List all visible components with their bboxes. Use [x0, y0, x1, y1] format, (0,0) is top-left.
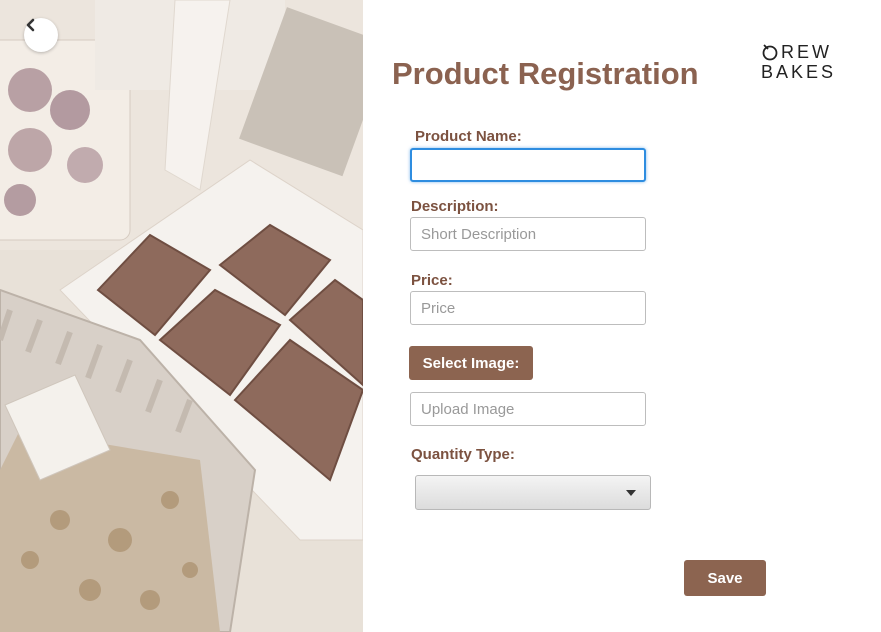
logo-d-mark-icon: [762, 44, 778, 61]
description-input[interactable]: [410, 217, 646, 251]
logo-text-bakes: BAKES: [761, 62, 837, 82]
logo-text-rew: REW: [781, 42, 832, 62]
background-photo: [0, 0, 363, 632]
logo-line1: REW: [761, 42, 857, 62]
registration-form: Product Registration REW BAKES Product N…: [363, 0, 881, 632]
brownies-photo: [0, 0, 363, 632]
product-name-label: Product Name:: [415, 128, 522, 145]
description-label: Description:: [411, 198, 499, 215]
product-name-input[interactable]: [410, 148, 646, 182]
chevron-left-icon: [26, 18, 35, 32]
quantity-type-select[interactable]: [415, 475, 651, 510]
page-title: Product Registration: [392, 56, 699, 91]
select-image-button[interactable]: Select Image:: [409, 346, 533, 380]
price-input[interactable]: [410, 291, 646, 325]
drew-bakes-logo: REW BAKES: [761, 42, 857, 82]
save-button[interactable]: Save: [684, 560, 766, 596]
price-label: Price:: [411, 272, 453, 289]
back-button[interactable]: [24, 18, 58, 52]
caret-down-icon: [626, 490, 636, 496]
upload-image-input[interactable]: [410, 392, 646, 426]
quantity-type-label: Quantity Type:: [411, 446, 515, 463]
